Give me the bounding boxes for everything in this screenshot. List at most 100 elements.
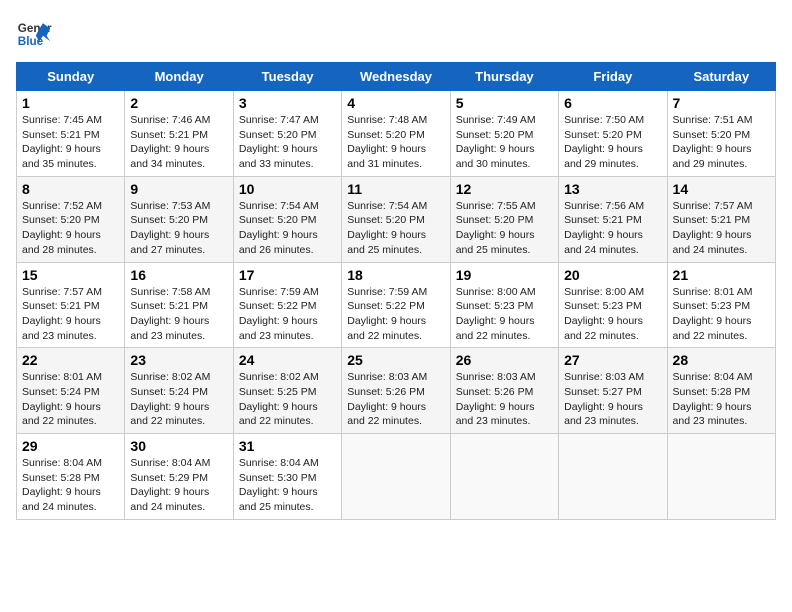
day-number: 18: [347, 267, 444, 283]
calendar-cell: 11 Sunrise: 7:54 AMSunset: 5:20 PMDayligh…: [342, 176, 450, 262]
calendar-cell: [667, 434, 775, 520]
cell-info: Sunrise: 8:01 AMSunset: 5:23 PMDaylight:…: [673, 286, 753, 342]
calendar-cell: 26 Sunrise: 8:03 AMSunset: 5:26 PMDayligh…: [450, 348, 558, 434]
column-header-thursday: Thursday: [450, 63, 558, 91]
week-row-5: 29 Sunrise: 8:04 AMSunset: 5:28 PMDayligh…: [17, 434, 776, 520]
calendar-cell: 6Sunrise: 7:50 AMSunset: 5:20 PMDaylight…: [559, 91, 667, 177]
calendar-cell: 17 Sunrise: 7:59 AMSunset: 5:22 PMDayligh…: [233, 262, 341, 348]
cell-info: Sunrise: 8:00 AMSunset: 5:23 PMDaylight:…: [456, 286, 536, 342]
cell-info: Sunrise: 7:59 AMSunset: 5:22 PMDaylight:…: [347, 286, 427, 342]
day-number: 8: [22, 181, 119, 197]
day-number: 22: [22, 352, 119, 368]
cell-info: Sunrise: 8:04 AMSunset: 5:28 PMDaylight:…: [22, 457, 102, 513]
day-number: 25: [347, 352, 444, 368]
day-number: 17: [239, 267, 336, 283]
day-number: 5: [456, 95, 553, 111]
week-row-4: 22 Sunrise: 8:01 AMSunset: 5:24 PMDayligh…: [17, 348, 776, 434]
calendar-cell: [450, 434, 558, 520]
day-number: 19: [456, 267, 553, 283]
week-row-1: 1 Sunrise: 7:45 AMSunset: 5:21 PMDaylight…: [17, 91, 776, 177]
cell-info: Sunrise: 7:58 AMSunset: 5:21 PMDaylight:…: [130, 286, 210, 342]
cell-info: Sunrise: 7:46 AMSunset: 5:21 PMDaylight:…: [130, 114, 210, 170]
calendar-table: SundayMondayTuesdayWednesdayThursdayFrid…: [16, 62, 776, 520]
day-number: 10: [239, 181, 336, 197]
day-number: 12: [456, 181, 553, 197]
column-header-tuesday: Tuesday: [233, 63, 341, 91]
calendar-cell: [342, 434, 450, 520]
calendar-cell: 4 Sunrise: 7:48 AMSunset: 5:20 PMDaylight…: [342, 91, 450, 177]
day-number: 13: [564, 181, 661, 197]
logo: General Blue: [16, 16, 52, 52]
calendar-cell: 16 Sunrise: 7:58 AMSunset: 5:21 PMDayligh…: [125, 262, 233, 348]
calendar-cell: 31 Sunrise: 8:04 AMSunset: 5:30 PMDayligh…: [233, 434, 341, 520]
calendar-cell: 23 Sunrise: 8:02 AMSunset: 5:24 PMDayligh…: [125, 348, 233, 434]
day-number: 26: [456, 352, 553, 368]
week-row-2: 8Sunrise: 7:52 AMSunset: 5:20 PMDaylight…: [17, 176, 776, 262]
day-number: 14: [673, 181, 770, 197]
calendar-cell: 5 Sunrise: 7:49 AMSunset: 5:20 PMDaylight…: [450, 91, 558, 177]
cell-info: Sunrise: 8:03 AMSunset: 5:26 PMDaylight:…: [456, 371, 536, 427]
day-number: 1: [22, 95, 119, 111]
cell-info: Sunrise: 8:04 AMSunset: 5:28 PMDaylight:…: [673, 371, 753, 427]
calendar-cell: 29 Sunrise: 8:04 AMSunset: 5:28 PMDayligh…: [17, 434, 125, 520]
day-number: 27: [564, 352, 661, 368]
calendar-cell: 28 Sunrise: 8:04 AMSunset: 5:28 PMDayligh…: [667, 348, 775, 434]
cell-info: Sunrise: 7:50 AMSunset: 5:20 PMDaylight:…: [564, 114, 644, 170]
cell-info: Sunrise: 8:02 AMSunset: 5:24 PMDaylight:…: [130, 371, 210, 427]
day-number: 28: [673, 352, 770, 368]
day-number: 4: [347, 95, 444, 111]
cell-info: Sunrise: 7:53 AMSunset: 5:20 PMDaylight:…: [130, 200, 210, 256]
day-number: 20: [564, 267, 661, 283]
cell-info: Sunrise: 8:01 AMSunset: 5:24 PMDaylight:…: [22, 371, 102, 427]
day-number: 9: [130, 181, 227, 197]
day-number: 15: [22, 267, 119, 283]
calendar-cell: 25 Sunrise: 8:03 AMSunset: 5:26 PMDayligh…: [342, 348, 450, 434]
calendar-cell: 1 Sunrise: 7:45 AMSunset: 5:21 PMDaylight…: [17, 91, 125, 177]
calendar-cell: [559, 434, 667, 520]
day-number: 7: [673, 95, 770, 111]
cell-info: Sunrise: 7:54 AMSunset: 5:20 PMDaylight:…: [347, 200, 427, 256]
column-header-friday: Friday: [559, 63, 667, 91]
cell-info: Sunrise: 8:03 AMSunset: 5:26 PMDaylight:…: [347, 371, 427, 427]
day-number: 31: [239, 438, 336, 454]
column-header-saturday: Saturday: [667, 63, 775, 91]
cell-info: Sunrise: 8:04 AMSunset: 5:30 PMDaylight:…: [239, 457, 319, 513]
calendar-cell: 27 Sunrise: 8:03 AMSunset: 5:27 PMDayligh…: [559, 348, 667, 434]
page-header: General Blue: [16, 16, 776, 52]
logo-icon: General Blue: [16, 16, 52, 52]
day-number: 24: [239, 352, 336, 368]
cell-info: Sunrise: 7:56 AMSunset: 5:21 PMDaylight:…: [564, 200, 644, 256]
calendar-cell: 8Sunrise: 7:52 AMSunset: 5:20 PMDaylight…: [17, 176, 125, 262]
week-row-3: 15 Sunrise: 7:57 AMSunset: 5:21 PMDayligh…: [17, 262, 776, 348]
calendar-cell: 14Sunrise: 7:57 AMSunset: 5:21 PMDayligh…: [667, 176, 775, 262]
calendar-cell: 2 Sunrise: 7:46 AMSunset: 5:21 PMDaylight…: [125, 91, 233, 177]
calendar-cell: 7 Sunrise: 7:51 AMSunset: 5:20 PMDaylight…: [667, 91, 775, 177]
cell-info: Sunrise: 7:48 AMSunset: 5:20 PMDaylight:…: [347, 114, 427, 170]
cell-info: Sunrise: 7:59 AMSunset: 5:22 PMDaylight:…: [239, 286, 319, 342]
cell-info: Sunrise: 7:49 AMSunset: 5:20 PMDaylight:…: [456, 114, 536, 170]
column-header-wednesday: Wednesday: [342, 63, 450, 91]
day-number: 16: [130, 267, 227, 283]
day-number: 11: [347, 181, 444, 197]
calendar-cell: 30Sunrise: 8:04 AMSunset: 5:29 PMDayligh…: [125, 434, 233, 520]
cell-info: Sunrise: 8:00 AMSunset: 5:23 PMDaylight:…: [564, 286, 644, 342]
cell-info: Sunrise: 8:02 AMSunset: 5:25 PMDaylight:…: [239, 371, 319, 427]
cell-info: Sunrise: 7:55 AMSunset: 5:20 PMDaylight:…: [456, 200, 536, 256]
day-number: 21: [673, 267, 770, 283]
column-header-monday: Monday: [125, 63, 233, 91]
calendar-cell: 15 Sunrise: 7:57 AMSunset: 5:21 PMDayligh…: [17, 262, 125, 348]
cell-info: Sunrise: 8:03 AMSunset: 5:27 PMDaylight:…: [564, 371, 644, 427]
calendar-cell: 21 Sunrise: 8:01 AMSunset: 5:23 PMDayligh…: [667, 262, 775, 348]
cell-info: Sunrise: 7:57 AMSunset: 5:21 PMDaylight:…: [22, 286, 102, 342]
day-number: 29: [22, 438, 119, 454]
cell-info: Sunrise: 7:47 AMSunset: 5:20 PMDaylight:…: [239, 114, 319, 170]
cell-info: Sunrise: 7:54 AMSunset: 5:20 PMDaylight:…: [239, 200, 319, 256]
cell-info: Sunrise: 7:51 AMSunset: 5:20 PMDaylight:…: [673, 114, 753, 170]
day-number: 23: [130, 352, 227, 368]
calendar-cell: 22 Sunrise: 8:01 AMSunset: 5:24 PMDayligh…: [17, 348, 125, 434]
cell-info: Sunrise: 7:45 AMSunset: 5:21 PMDaylight:…: [22, 114, 102, 170]
calendar-cell: 12 Sunrise: 7:55 AMSunset: 5:20 PMDayligh…: [450, 176, 558, 262]
calendar-cell: 3Sunrise: 7:47 AMSunset: 5:20 PMDaylight…: [233, 91, 341, 177]
calendar-cell: 13 Sunrise: 7:56 AMSunset: 5:21 PMDayligh…: [559, 176, 667, 262]
day-number: 2: [130, 95, 227, 111]
